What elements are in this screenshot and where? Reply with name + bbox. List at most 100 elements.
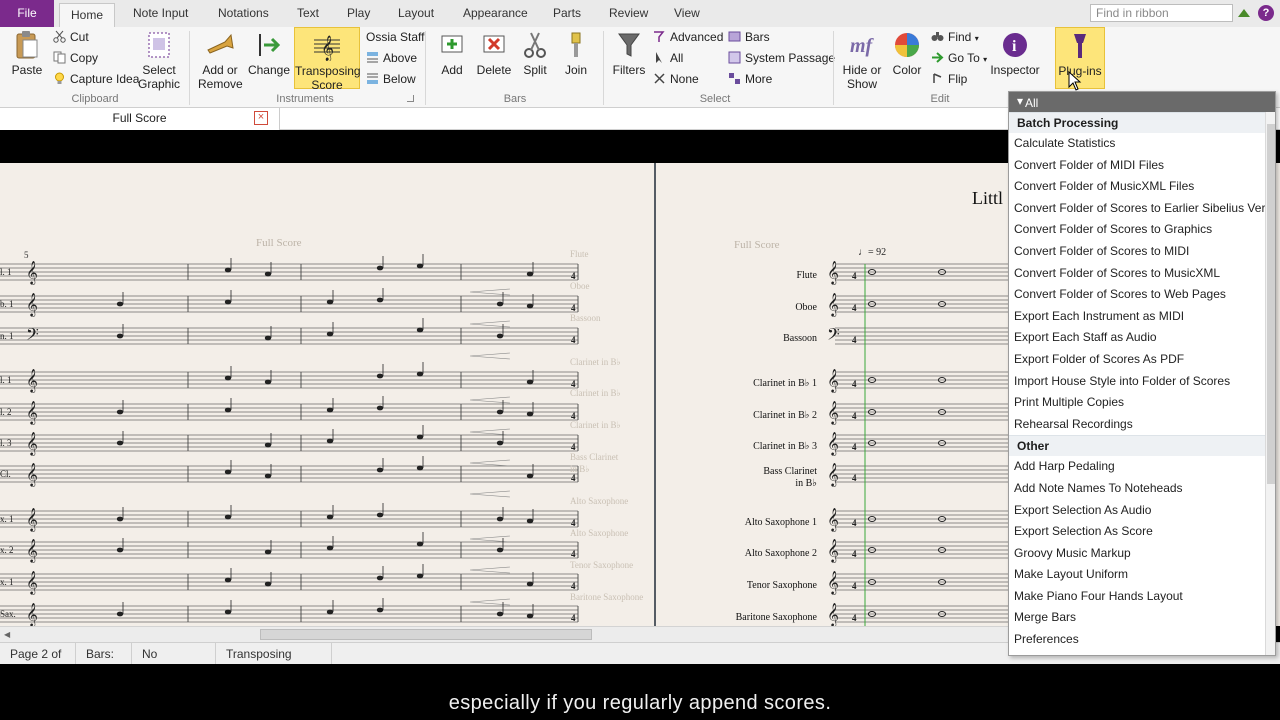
delete-bar-button[interactable]: Delete xyxy=(474,30,514,77)
plugin-menu-item[interactable]: Convert Folder of Scores to MusicXML xyxy=(1009,263,1265,285)
tab-parts[interactable]: Parts xyxy=(553,0,581,27)
filters-button[interactable]: Filters xyxy=(609,30,649,77)
clef: 𝄞 xyxy=(26,294,38,317)
cut-button[interactable]: Cut xyxy=(53,28,89,46)
note-head xyxy=(264,335,272,341)
change-instrument-button[interactable]: Change xyxy=(247,30,291,77)
plugin-menu-item[interactable]: Make Layout Uniform xyxy=(1009,564,1265,586)
add-bar-button[interactable]: Add xyxy=(432,30,472,77)
tab-notations[interactable]: Notations xyxy=(218,0,269,27)
horizontal-scrollbar[interactable]: ◀ xyxy=(0,626,1010,642)
select-bars-button[interactable]: Bars xyxy=(728,28,770,46)
faded-instrument-name: Bass Clarinet xyxy=(570,452,619,462)
time-signature: 4 xyxy=(852,271,857,281)
tab-review[interactable]: Review xyxy=(609,0,648,27)
tab-text[interactable]: Text xyxy=(297,0,319,27)
tab-file[interactable]: File xyxy=(0,0,54,27)
note-head xyxy=(496,611,504,617)
inspector-button[interactable]: i Inspector xyxy=(990,30,1040,77)
hairpin xyxy=(469,320,511,328)
tab-appearance[interactable]: Appearance xyxy=(463,0,528,27)
plugin-menu-item[interactable]: Convert Folder of MIDI Files xyxy=(1009,155,1265,177)
time-signature: 4 xyxy=(852,411,857,421)
horizontal-scroll-thumb[interactable] xyxy=(260,629,592,640)
plugin-menu-item[interactable]: Export Each Instrument as MIDI xyxy=(1009,306,1265,328)
paste-button[interactable]: Paste xyxy=(8,30,46,77)
group-separator xyxy=(833,31,834,105)
tab-layout[interactable]: Layout xyxy=(398,0,434,27)
plugin-menu-item[interactable]: Groovy Music Markup xyxy=(1009,543,1265,565)
plugin-menu-item[interactable]: Export Each Staff as Audio xyxy=(1009,327,1265,349)
split-bar-button[interactable]: Split xyxy=(516,30,554,77)
select-all-icon xyxy=(656,52,662,63)
dialog-launcher-icon[interactable] xyxy=(407,95,414,102)
plugin-list-scrollbar[interactable] xyxy=(1265,112,1275,655)
hairpin xyxy=(469,352,511,360)
plugin-menu-item[interactable]: Print Multiple Copies xyxy=(1009,392,1265,414)
plugin-menu-item[interactable]: Export Folder of Scores As PDF xyxy=(1009,349,1265,371)
plugin-list-scroll-thumb[interactable] xyxy=(1267,124,1275,484)
plugin-menu-item[interactable]: Export Selection As Score xyxy=(1009,521,1265,543)
plugin-list: Batch Processing Calculate Statistics Conv… xyxy=(1009,112,1275,651)
find-button[interactable]: Find ▾ xyxy=(931,28,979,46)
time-signature: 4 xyxy=(571,473,576,483)
plugin-menu-item[interactable]: Calculate Statistics xyxy=(1009,133,1265,155)
instrument-name: Flute xyxy=(796,270,817,281)
document-tab-full-score[interactable]: Full Score xyxy=(0,108,280,130)
collapse-ribbon-icon[interactable] xyxy=(1238,9,1250,17)
note-head xyxy=(326,438,334,444)
staff-label-abbrev: x. 1 xyxy=(0,577,14,587)
plugin-menu-item[interactable]: Rehearsal Recordings xyxy=(1009,414,1265,436)
plugin-menu-item[interactable]: Convert Folder of MusicXML Files xyxy=(1009,176,1265,198)
note-head xyxy=(416,263,424,269)
faded-instrument-name: Clarinet in B♭ xyxy=(570,388,621,398)
plugin-menu-item[interactable]: Export Selection As Audio xyxy=(1009,500,1265,522)
tab-view[interactable]: View xyxy=(674,0,700,27)
time-signature: 4 xyxy=(852,473,857,483)
system-passage-button[interactable]: System Passage xyxy=(728,49,835,67)
cut-label: Cut xyxy=(70,30,89,44)
copy-button[interactable]: Copy xyxy=(53,49,98,67)
go-to-button[interactable]: Go To ▾ xyxy=(931,49,987,67)
plugin-menu-item[interactable]: Preferences xyxy=(1009,629,1265,651)
ossia-above-button[interactable]: Above xyxy=(366,49,417,67)
copy-icon xyxy=(53,51,66,64)
plugin-filter-dropdown[interactable]: All ▾ xyxy=(1009,92,1275,112)
transposing-score-button[interactable]: 𝄞 Transposing Score xyxy=(294,27,361,92)
close-tab-icon[interactable]: × xyxy=(254,111,268,125)
flip-button[interactable]: Flip xyxy=(931,70,967,88)
plugin-menu-item[interactable]: Convert Folder of Scores to Earlier Sibe… xyxy=(1009,198,1275,220)
hide-show-label-1: Hide or xyxy=(842,63,882,77)
select-more-button[interactable]: More xyxy=(728,70,772,88)
ribbon-search-input[interactable]: Find in ribbon xyxy=(1090,4,1233,22)
capture-idea-button[interactable]: Capture Idea xyxy=(53,70,139,88)
instrument-name: Alto Saxophone 2 xyxy=(745,548,817,559)
plugin-menu-item[interactable]: Merge Bars xyxy=(1009,607,1265,629)
plugin-menu-item[interactable]: Add Note Names To Noteheads xyxy=(1009,478,1265,500)
tab-play[interactable]: Play xyxy=(347,0,370,27)
time-signature: 4 xyxy=(852,335,857,345)
plugin-menu-item[interactable]: Convert Folder of Scores to Web Pages xyxy=(1009,284,1265,306)
select-none-button[interactable]: None xyxy=(653,70,699,88)
faded-instrument-name: Clarinet in B♭ xyxy=(570,420,621,430)
plugin-menu-item[interactable]: Convert Folder of Scores to Graphics xyxy=(1009,219,1265,241)
plugin-menu-item[interactable]: Make Piano Four Hands Layout xyxy=(1009,586,1265,608)
select-graphic-button[interactable]: Select Graphic xyxy=(138,30,180,91)
scroll-left-arrow-icon[interactable]: ◀ xyxy=(4,630,10,639)
tab-home[interactable]: Home xyxy=(59,3,115,28)
color-button[interactable]: Color xyxy=(889,30,925,77)
add-remove-instruments-button[interactable]: Add or Remove xyxy=(198,30,243,91)
ossia-below-button[interactable]: Below xyxy=(366,70,416,88)
tab-note-input[interactable]: Note Input xyxy=(133,0,188,27)
plugin-menu-item[interactable]: Add Harp Pedaling xyxy=(1009,456,1265,478)
hide-or-show-button[interactable]: mf Hide or Show xyxy=(839,30,885,91)
join-bars-button[interactable]: Join xyxy=(557,30,595,77)
add-bar-icon xyxy=(441,35,463,53)
help-icon[interactable]: ? xyxy=(1258,5,1274,21)
ossia-staff-button[interactable]: Ossia Staff xyxy=(366,28,424,46)
advanced-select-button[interactable]: Advanced xyxy=(653,28,723,46)
plugin-menu-item[interactable]: Import House Style into Folder of Scores xyxy=(1009,371,1265,393)
plugin-menu-item[interactable]: Convert Folder of Scores to MIDI xyxy=(1009,241,1265,263)
select-all-button[interactable]: All xyxy=(653,49,683,67)
staff-label-abbrev: Cl. xyxy=(0,469,11,479)
